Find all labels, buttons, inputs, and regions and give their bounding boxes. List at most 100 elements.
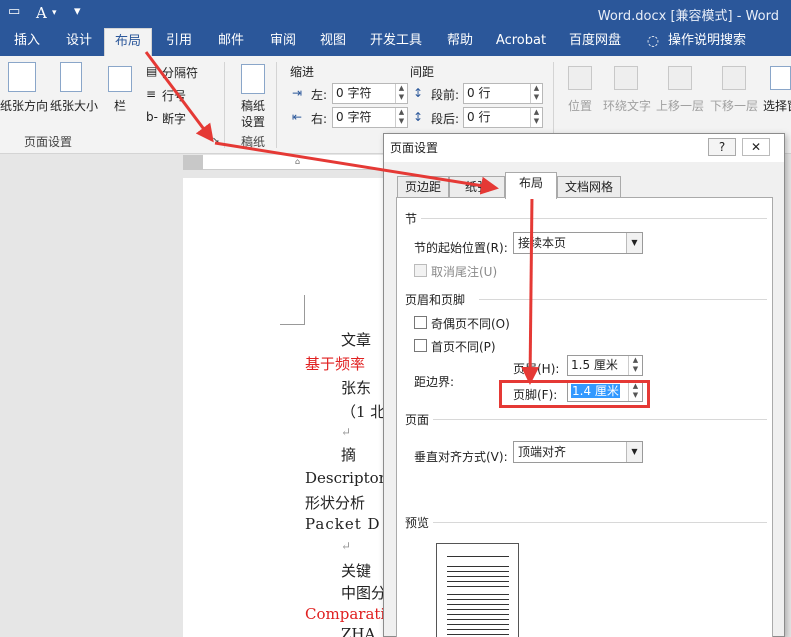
tab-layout[interactable]: 布局 [104, 28, 152, 56]
preview-line [447, 556, 509, 557]
tell-me-search[interactable]: 操作说明搜索 [668, 28, 754, 56]
page-header: 页面 [405, 413, 430, 427]
indent-left-input[interactable]: 0 字符 ▲ ▼ [332, 83, 408, 104]
ribbon-separator [276, 62, 277, 148]
indent-label: 缩进 [290, 65, 315, 79]
section-start-select[interactable]: 接续本页 ▼ [513, 232, 643, 254]
selection-pane-button[interactable]: 选择窗 [763, 97, 791, 114]
paragraph-mark: ↵ [341, 539, 352, 553]
dialog-tab-doc-grid[interactable]: 文档网格 [557, 176, 621, 198]
manuscript-icon [241, 64, 265, 94]
tab-mailings[interactable]: 邮件 [210, 28, 252, 56]
group-label-page-setup: 页面设置 [24, 135, 73, 149]
tab-review[interactable]: 审阅 [262, 28, 304, 56]
header-distance-input[interactable]: 1.5 厘米 ▲ ▼ [567, 355, 643, 376]
first-page-label: 首页不同(P) [431, 340, 496, 354]
hyphenation-button[interactable]: 断字 [162, 110, 186, 127]
header-distance-label: 页眉(H): [513, 362, 560, 376]
tab-references[interactable]: 引用 [158, 28, 200, 56]
preview-line [447, 609, 509, 610]
preview-line [447, 619, 509, 620]
tab-developer[interactable]: 开发工具 [364, 28, 428, 56]
preview-line [447, 566, 509, 567]
spacing-before-icon: ↕ [413, 86, 424, 100]
doc-line: 关键 [341, 562, 372, 580]
first-page-checkbox[interactable] [414, 339, 427, 352]
font-dropdown-icon[interactable]: ▾ [52, 8, 57, 18]
font-size-button[interactable]: A [36, 4, 47, 22]
tab-design[interactable]: 设计 [58, 28, 100, 56]
tab-baidu-netdisk[interactable]: 百度网盘 [562, 28, 628, 56]
qa-toolbar-icon[interactable]: ▭ [8, 4, 20, 19]
indent-right-input[interactable]: 0 字符 ▲ ▼ [332, 107, 408, 128]
ribbon-tab-bar: 插入 设计 布局 引用 邮件 审阅 视图 开发工具 帮助 Acrobat 百度网… [0, 28, 791, 56]
doc-line: Comparati [305, 605, 383, 623]
from-edge-label: 距边界: [414, 375, 455, 389]
orientation-button[interactable]: 纸张方向 [0, 97, 48, 114]
doc-line: 文章 [341, 331, 372, 349]
line-numbers-button[interactable]: 行号 [162, 87, 186, 104]
tab-acrobat[interactable]: Acrobat [492, 28, 550, 56]
suppress-endnotes-checkbox[interactable] [414, 264, 427, 277]
suppress-endnotes-label: 取消尾注(U) [431, 265, 498, 279]
doc-line: 形状分析 [305, 494, 366, 512]
dialog-tab-margins[interactable]: 页边距 [397, 176, 449, 198]
ruler-margin [183, 155, 203, 170]
bring-forward-button[interactable]: 上移一层 [656, 97, 704, 114]
preview-line [447, 581, 509, 582]
group-label-manuscript: 稿纸 [241, 135, 266, 149]
horizontal-ruler[interactable]: ⌂ [183, 155, 383, 170]
paper-size-icon [60, 62, 82, 92]
breaks-button[interactable]: 分隔符 [162, 64, 198, 81]
preview-line [447, 614, 509, 615]
tab-insert[interactable]: 插入 [6, 28, 48, 56]
breaks-icon: ▤ [146, 64, 158, 78]
window-title: Word.docx [兼容模式] - Word [597, 9, 779, 24]
manuscript-line1[interactable]: 稿纸 [241, 97, 265, 114]
indent-left-icon: ⇥ [292, 86, 303, 100]
spacing-label: 间距 [410, 65, 435, 79]
doc-line: 基于频率 [305, 355, 366, 373]
dialog-title: 页面设置 [390, 141, 439, 155]
doc-line: （1 北 [341, 403, 383, 421]
send-backward-icon [722, 66, 746, 90]
dialog-tab-paper[interactable]: 纸张 [449, 176, 505, 198]
preview-line [447, 604, 509, 605]
dialog-close-button[interactable]: ✕ [742, 138, 770, 156]
send-backward-button[interactable]: 下移一层 [710, 97, 758, 114]
doc-line: 张东 [341, 379, 372, 397]
wrap-text-icon [614, 66, 638, 90]
margin-corner-mark [280, 295, 305, 325]
line-numbers-icon: ≡ [146, 87, 157, 101]
spacing-before-input[interactable]: 0 行 ▲ ▼ [463, 83, 543, 104]
position-button[interactable]: 位置 [568, 97, 592, 114]
preview-line [447, 634, 509, 635]
page-setup-dialog: 页面设置 ? ✕ 页边距 纸张 布局 文档网格 节 节的起始位置(R): 接续本… [383, 133, 785, 637]
doc-line: 中图分 [341, 584, 383, 602]
section-divider [433, 419, 767, 420]
odd-even-checkbox[interactable] [414, 316, 427, 329]
dialog-tab-layout[interactable]: 布局 [505, 172, 557, 199]
vertical-align-select[interactable]: 顶端对齐 ▼ [513, 441, 643, 463]
section-header: 节 [405, 212, 418, 226]
section-divider [421, 218, 767, 219]
spacing-after-input[interactable]: 0 行 ▲ ▼ [463, 107, 543, 128]
page-setup-launcher-icon[interactable]: ↘ [212, 136, 220, 146]
bring-forward-icon [668, 66, 692, 90]
manuscript-line2[interactable]: 设置 [241, 113, 265, 130]
preview-line [447, 629, 509, 630]
columns-button[interactable]: 栏 [114, 97, 126, 114]
tab-view[interactable]: 视图 [312, 28, 354, 56]
footer-highlight-box [499, 380, 650, 408]
wrap-text-button[interactable]: 环绕文字 [603, 97, 651, 114]
qa-customize-icon[interactable]: ▾ [74, 4, 81, 19]
indent-right-label: 右: [311, 112, 328, 126]
section-divider [433, 522, 767, 523]
preview-page [436, 543, 519, 637]
paper-size-button[interactable]: 纸张大小 [50, 97, 98, 114]
dialog-help-button[interactable]: ? [708, 138, 736, 156]
preview-line [447, 576, 509, 577]
indent-left-label: 左: [311, 88, 328, 102]
ruler-indent-marker[interactable]: ⌂ [295, 157, 300, 166]
tab-help[interactable]: 帮助 [440, 28, 480, 56]
